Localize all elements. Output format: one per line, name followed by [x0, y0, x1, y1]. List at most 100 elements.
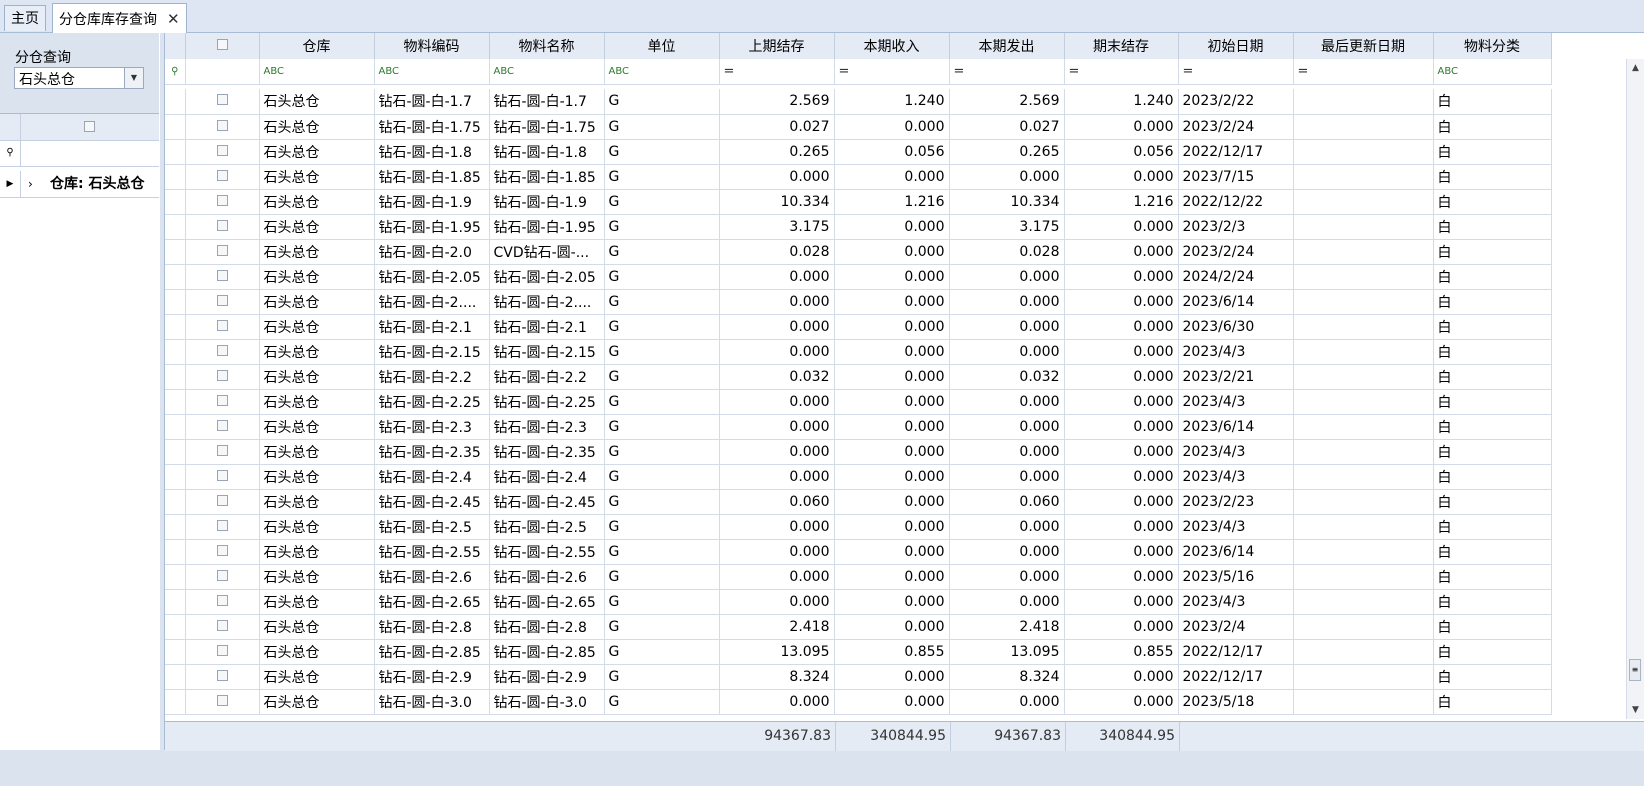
table-row[interactable]: 石头总仓 钻石-圆-白-2.3 钻石-圆-白-2.3 G 0.000 0.000 0.000… [165, 414, 1552, 440]
chevron-down-icon[interactable]: ▼ [124, 68, 143, 88]
filter-cell[interactable]: ABC [1433, 59, 1552, 85]
filter-cell[interactable]: ABC [489, 59, 605, 85]
row-checkbox-cell[interactable] [185, 364, 260, 390]
row-checkbox-cell[interactable] [185, 339, 260, 365]
scroll-down-icon[interactable]: ▼ [1627, 701, 1644, 719]
column-header[interactable]: 初始日期 [1178, 33, 1294, 60]
table-row[interactable]: 石头总仓 钻石-圆-白-1.8 钻石-圆-白-1.8 G 0.265 0.056 0.265… [165, 139, 1552, 165]
row-checkbox[interactable] [216, 369, 228, 381]
column-header[interactable]: 最后更新日期 [1293, 33, 1434, 60]
row-checkbox-cell[interactable] [185, 439, 260, 465]
row-checkbox-cell[interactable] [185, 514, 260, 540]
row-checkbox-cell[interactable] [185, 464, 260, 490]
select-all-checkbox-cell[interactable] [185, 33, 260, 60]
table-row[interactable]: 石头总仓 钻石-圆-白-2.8 钻石-圆-白-2.8 G 2.418 0.000 2.418… [165, 614, 1552, 640]
row-checkbox[interactable] [216, 444, 228, 456]
row-checkbox-cell[interactable] [185, 214, 260, 240]
row-checkbox-cell[interactable] [185, 414, 260, 440]
row-checkbox-cell[interactable] [185, 389, 260, 415]
column-header[interactable]: 仓库 [259, 33, 375, 60]
row-checkbox-cell[interactable] [185, 489, 260, 515]
row-checkbox-cell[interactable] [185, 314, 260, 340]
column-header[interactable]: 物料分类 [1433, 33, 1552, 60]
table-row[interactable]: 石头总仓 钻石-圆-白-2.6 钻石-圆-白-2.6 G 0.000 0.000 0.000… [165, 564, 1552, 590]
filter-cell[interactable]: = [1178, 59, 1294, 85]
row-checkbox-cell[interactable] [185, 89, 260, 115]
row-checkbox-cell[interactable] [185, 264, 260, 290]
table-row[interactable]: 石头总仓 钻石-圆-白-2.35 钻石-圆-白-2.35 G 0.000 0.000 0.0… [165, 439, 1552, 465]
table-row[interactable]: 石头总仓 钻石-圆-白-2.2 钻石-圆-白-2.2 G 0.032 0.000 0.032… [165, 364, 1552, 390]
table-row[interactable]: 石头总仓 钻石-圆-白-2.15 钻石-圆-白-2.15 G 0.000 0.000 0.0… [165, 339, 1552, 365]
row-checkbox[interactable] [216, 469, 228, 481]
row-checkbox-cell[interactable] [185, 614, 260, 640]
filter-cell[interactable]: = [1064, 59, 1179, 85]
close-icon[interactable]: ✕ [167, 10, 180, 28]
row-checkbox[interactable] [216, 319, 228, 331]
column-header[interactable]: 本期发出 [949, 33, 1065, 60]
select-all-checkbox[interactable] [84, 121, 95, 132]
left-grid-filter-row[interactable]: ⚲ [0, 140, 159, 167]
row-checkbox[interactable] [216, 569, 228, 581]
scroll-up-icon[interactable]: ▲ [1627, 59, 1644, 77]
row-checkbox-cell[interactable] [185, 664, 260, 690]
row-checkbox[interactable] [216, 519, 228, 531]
row-checkbox[interactable] [216, 419, 228, 431]
table-row[interactable]: 石头总仓 钻石-圆-白-2.85 钻石-圆-白-2.85 G 13.095 0.855 13… [165, 639, 1552, 665]
row-checkbox-cell[interactable] [185, 539, 260, 565]
row-checkbox[interactable] [216, 494, 228, 506]
table-row[interactable]: 石头总仓 钻石-圆-白-2.... 钻石-圆-白-2.... G 0.000 0.000 0… [165, 289, 1552, 315]
filter-cell[interactable]: = [834, 59, 950, 85]
row-checkbox[interactable] [216, 594, 228, 606]
expand-icon[interactable]: › [28, 171, 33, 197]
row-checkbox-cell[interactable] [185, 164, 260, 190]
column-header[interactable]: 物料编码 [374, 33, 490, 60]
row-checkbox[interactable] [216, 294, 228, 306]
row-checkbox-cell[interactable] [185, 189, 260, 215]
row-checkbox-cell[interactable] [185, 139, 260, 165]
table-row[interactable]: 石头总仓 钻石-圆-白-1.75 钻石-圆-白-1.75 G 0.027 0.000 0.0… [165, 114, 1552, 140]
table-row[interactable]: 石头总仓 钻石-圆-白-3.0 钻石-圆-白-3.0 G 0.000 0.000 0.000… [165, 689, 1552, 715]
filter-cell[interactable]: ABC [604, 59, 720, 85]
filter-cell[interactable]: = [949, 59, 1065, 85]
row-checkbox[interactable] [216, 644, 228, 656]
row-checkbox[interactable] [216, 219, 228, 231]
column-header[interactable]: 物料名称 [489, 33, 605, 60]
row-checkbox[interactable] [216, 544, 228, 556]
row-checkbox-cell[interactable] [185, 689, 260, 715]
table-row[interactable]: 石头总仓 钻石-圆-白-2.9 钻石-圆-白-2.9 G 8.324 0.000 8.324… [165, 664, 1552, 690]
filter-cell[interactable]: = [1293, 59, 1434, 85]
filter-cell[interactable] [185, 59, 260, 85]
column-header[interactable]: 本期收入 [834, 33, 950, 60]
row-checkbox[interactable] [216, 394, 228, 406]
row-checkbox-cell[interactable] [185, 289, 260, 315]
column-header[interactable]: 上期结存 [719, 33, 835, 60]
table-row[interactable]: 石头总仓 钻石-圆-白-2.55 钻石-圆-白-2.55 G 0.000 0.000 0.0… [165, 539, 1552, 565]
row-checkbox[interactable] [216, 144, 228, 156]
row-checkbox[interactable] [216, 694, 228, 706]
row-checkbox[interactable] [216, 344, 228, 356]
row-checkbox[interactable] [216, 194, 228, 206]
row-checkbox-cell[interactable] [185, 564, 260, 590]
row-checkbox[interactable] [216, 244, 228, 256]
row-checkbox[interactable] [216, 94, 228, 106]
vertical-scrollbar[interactable]: ▲ ≡ ▼ [1626, 59, 1644, 719]
table-row[interactable]: 石头总仓 钻石-圆-白-2.1 钻石-圆-白-2.1 G 0.000 0.000 0.000… [165, 314, 1552, 340]
table-row[interactable]: 石头总仓 钻石-圆-白-1.85 钻石-圆-白-1.85 G 0.000 0.000 0.0… [165, 164, 1552, 190]
row-checkbox-cell[interactable] [185, 589, 260, 615]
column-header[interactable]: 单位 [604, 33, 720, 60]
filter-cell[interactable]: = [719, 59, 835, 85]
row-checkbox[interactable] [216, 619, 228, 631]
scroll-thumb[interactable]: ≡ [1629, 659, 1641, 681]
select-all-checkbox[interactable] [216, 38, 228, 50]
row-checkbox-cell[interactable] [185, 639, 260, 665]
table-row[interactable]: 石头总仓 钻石-圆-白-2.65 钻石-圆-白-2.65 G 0.000 0.000 0.0… [165, 589, 1552, 615]
table-row[interactable]: 石头总仓 钻石-圆-白-1.95 钻石-圆-白-1.95 G 3.175 0.000 3.1… [165, 214, 1552, 240]
table-row[interactable]: 石头总仓 钻石-圆-白-2.25 钻石-圆-白-2.25 G 0.000 0.000 0.0… [165, 389, 1552, 415]
column-header[interactable]: 期末结存 [1064, 33, 1179, 60]
tab-warehouse-inventory[interactable]: 分仓库库存查询 ✕ [52, 3, 187, 33]
table-row[interactable]: 石头总仓 钻石-圆-白-1.9 钻石-圆-白-1.9 G 10.334 1.216 10.3… [165, 189, 1552, 215]
row-checkbox[interactable] [216, 669, 228, 681]
row-checkbox-cell[interactable] [185, 114, 260, 140]
table-row[interactable]: 石头总仓 钻石-圆-白-1.7 钻石-圆-白-1.7 G 2.569 1.240 2.569… [165, 89, 1552, 115]
table-row[interactable]: 石头总仓 钻石-圆-白-2.4 钻石-圆-白-2.4 G 0.000 0.000 0.000… [165, 464, 1552, 490]
